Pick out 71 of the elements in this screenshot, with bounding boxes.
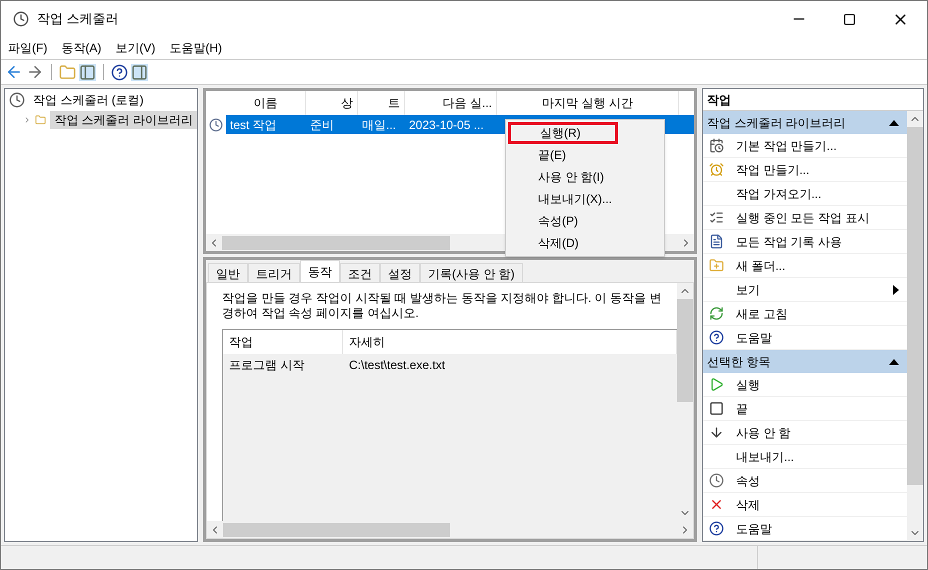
action-item[interactable]: 보기 — [703, 278, 907, 302]
section-header[interactable]: 선택한 항목 — [703, 350, 907, 373]
action-item[interactable]: 속성 — [703, 469, 907, 493]
vertical-scrollbar[interactable] — [907, 111, 923, 541]
action-icon — [708, 401, 724, 416]
action-icon — [708, 425, 724, 440]
action-item[interactable]: 새로 고침 — [703, 302, 907, 326]
column-header[interactable]: 작업 — [223, 330, 343, 354]
context-menu-item[interactable]: 사용 안 함(I) — [506, 166, 664, 188]
scroll-thumb[interactable] — [677, 299, 693, 402]
action-icon — [708, 162, 724, 177]
tab[interactable]: 조건 — [340, 263, 380, 282]
action-item[interactable]: 작업 만들기... — [703, 158, 907, 182]
menu-item[interactable]: 도움말(H) — [162, 39, 229, 57]
action-pane-icon[interactable] — [131, 64, 148, 80]
tab[interactable]: 트리거 — [248, 263, 300, 282]
action-item[interactable]: 모든 작업 기록 사용 — [703, 230, 907, 254]
tree-item[interactable]: 작업 스케줄러 (로컬) — [29, 91, 148, 109]
table-cell-text: 프로그램 시작 — [228, 357, 306, 374]
tab[interactable]: 동작 — [300, 260, 340, 282]
collapse-icon[interactable] — [889, 120, 899, 126]
maximize-icon[interactable] — [843, 12, 856, 26]
action-icon — [708, 306, 724, 321]
action-item[interactable]: 기본 작업 만들기... — [703, 134, 907, 158]
collapse-icon[interactable] — [889, 358, 899, 364]
context-menu-item[interactable]: 속성(P) — [506, 210, 664, 232]
clock-icon — [9, 92, 25, 108]
action-item[interactable]: 실행 — [703, 373, 907, 397]
help-icon[interactable] — [111, 64, 128, 80]
action-icon — [708, 377, 724, 392]
action-icon — [708, 234, 724, 249]
action-item[interactable]: 새 폴더... — [703, 254, 907, 278]
action-item[interactable]: 도움말 — [703, 517, 907, 541]
action-icon — [708, 521, 724, 536]
action-item[interactable]: 끝 — [703, 397, 907, 421]
scroll-thumb[interactable] — [223, 522, 450, 536]
window-title: 작업 스케줄러 — [37, 10, 119, 28]
context-menu-item[interactable]: 끝(E) — [506, 144, 664, 166]
forward-icon[interactable] — [26, 63, 44, 81]
table-cell-text: C:\test\test.exe.txt — [348, 357, 446, 374]
action-icon — [708, 138, 724, 153]
console-tree-icon[interactable] — [79, 64, 96, 80]
action-item[interactable]: 실행 중인 모든 작업 표시 — [703, 206, 907, 230]
menu-item[interactable]: 보기(V) — [108, 39, 162, 57]
menu-item[interactable]: 동작(A) — [54, 39, 108, 57]
app-clock-icon — [13, 11, 29, 27]
tab[interactable]: 일반 — [208, 263, 248, 282]
action-icon — [708, 210, 724, 225]
action-icon — [708, 330, 724, 345]
table-cell-text: test 작업 — [229, 116, 278, 134]
horizontal-scrollbar[interactable] — [207, 521, 693, 538]
table-cell-text: 준비 — [309, 116, 335, 134]
scroll-thumb[interactable] — [222, 236, 450, 250]
table-cell-text: 2023-10-05 ... — [408, 116, 485, 134]
context-menu-item[interactable]: 내보내기(X)... — [506, 188, 664, 210]
context-menu-item[interactable]: 삭제(D) — [506, 232, 664, 254]
tab[interactable]: 기록(사용 안 함) — [420, 263, 523, 282]
action-icon — [708, 473, 724, 488]
action-item[interactable]: 삭제 — [703, 493, 907, 517]
table-cell-text: 매일... — [361, 116, 398, 134]
action-item[interactable]: 사용 안 함 — [703, 421, 907, 445]
vertical-scrollbar[interactable] — [677, 283, 693, 521]
task-icon — [209, 118, 223, 132]
tab[interactable]: 설정 — [380, 263, 420, 282]
menu-item[interactable]: 파일(F) — [1, 39, 54, 57]
action-icon — [708, 258, 724, 273]
tree-item[interactable]: 작업 스케줄러 라이브러리 — [50, 111, 197, 129]
scroll-thumb[interactable] — [907, 127, 923, 486]
back-icon[interactable] — [5, 63, 23, 81]
section-header[interactable]: 작업 스케줄러 라이브러리 — [703, 111, 907, 134]
description-text: 작업을 만들 경우 작업이 시작될 때 발생하는 동작을 지정해야 합니다. 이 동작을 변경하여 작업 속성 페이지를 여십시오. — [222, 291, 662, 321]
